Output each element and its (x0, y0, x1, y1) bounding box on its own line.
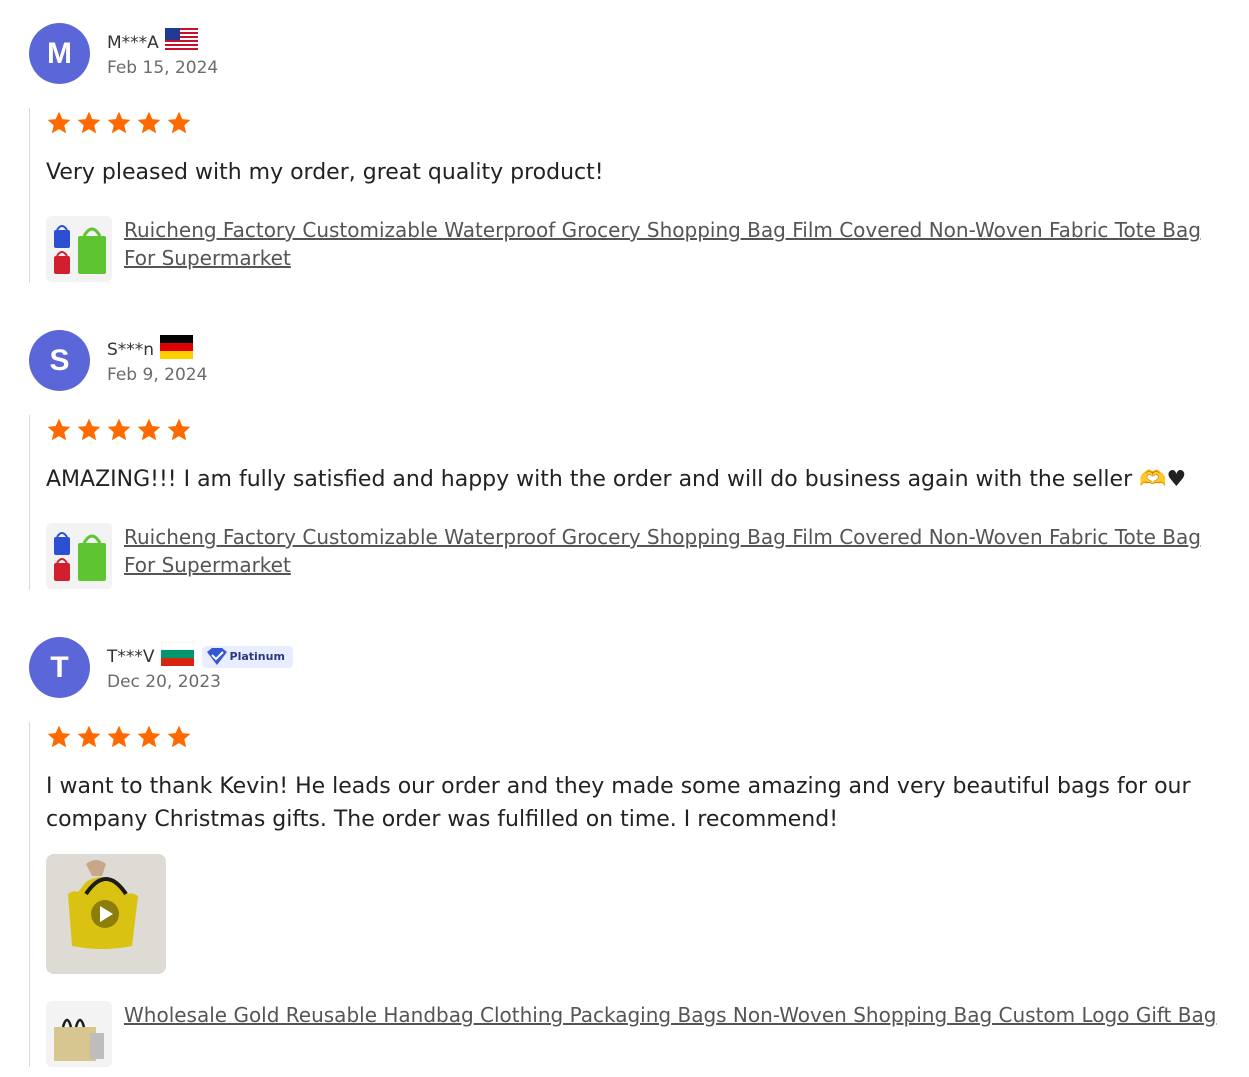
review-body: Very pleased with my order, great qualit… (29, 108, 1201, 283)
star-icon (77, 418, 101, 441)
product-title-link[interactable]: Ruicheng Factory Customizable Waterproof… (124, 523, 1224, 579)
review-date: Feb 9, 2024 (107, 365, 208, 385)
star-icon (77, 111, 101, 134)
star-icon (107, 418, 131, 441)
avatar: M (29, 23, 90, 84)
review-item: T T***V Platinum Dec 20, 2023 I want to … (0, 637, 1249, 1077)
avatar: T (29, 637, 90, 698)
product-thumbnail[interactable] (46, 216, 112, 282)
review-text: I want to thank Kevin! He leads our orde… (46, 774, 1191, 832)
review-text: AMAZING!!! I am fully satisfied and happ… (46, 467, 1187, 492)
star-icon (107, 725, 131, 748)
review-body: AMAZING!!! I am fully satisfied and happ… (29, 415, 1201, 590)
review-text: Very pleased with my order, great qualit… (46, 160, 604, 185)
review-date: Dec 20, 2023 (107, 672, 222, 692)
reviewer-name: S***n (107, 339, 155, 360)
star-icon (47, 418, 71, 441)
star-icon (137, 725, 161, 748)
star-icon (137, 418, 161, 441)
reviewer-name: M***A (107, 32, 159, 53)
product-link-row[interactable]: Ruicheng Factory Customizable Waterproof… (46, 523, 1224, 589)
review-item: M M***A Feb 15, 2024 Very pleased with m… (0, 23, 1249, 285)
star-icon (137, 111, 161, 134)
product-link-row[interactable]: Wholesale Gold Reusable Handbag Clothing… (46, 1001, 1224, 1067)
review-date: Feb 15, 2024 (107, 58, 219, 78)
star-icon (47, 111, 71, 134)
germany-flag-icon (160, 335, 194, 364)
avatar: S (29, 330, 90, 391)
rating-stars (45, 417, 193, 443)
star-icon (167, 418, 191, 441)
us-flag-icon (164, 28, 198, 57)
product-title-link[interactable]: Ruicheng Factory Customizable Waterproof… (124, 216, 1224, 272)
review-video-thumbnail[interactable] (46, 854, 166, 974)
product-title-link[interactable]: Wholesale Gold Reusable Handbag Clothing… (124, 1001, 1224, 1029)
star-icon (167, 725, 191, 748)
review-body: I want to thank Kevin! He leads our orde… (29, 722, 1216, 1067)
bulgaria-flag-icon (160, 641, 194, 671)
star-icon (167, 111, 191, 134)
rating-stars (45, 110, 193, 136)
reviewer-name: T***V (107, 646, 155, 667)
diamond-icon (206, 647, 227, 665)
badge-label: Platinum (229, 649, 285, 663)
platinum-badge: Platinum (201, 645, 293, 668)
rating-stars (45, 724, 193, 750)
review-item: S S***n Feb 9, 2024 AMAZING!!! I am full… (0, 330, 1249, 592)
product-thumbnail[interactable] (46, 523, 112, 589)
star-icon (47, 725, 71, 748)
star-icon (107, 111, 131, 134)
star-icon (77, 725, 101, 748)
product-link-row[interactable]: Ruicheng Factory Customizable Waterproof… (46, 216, 1224, 282)
product-thumbnail[interactable] (46, 1001, 112, 1067)
